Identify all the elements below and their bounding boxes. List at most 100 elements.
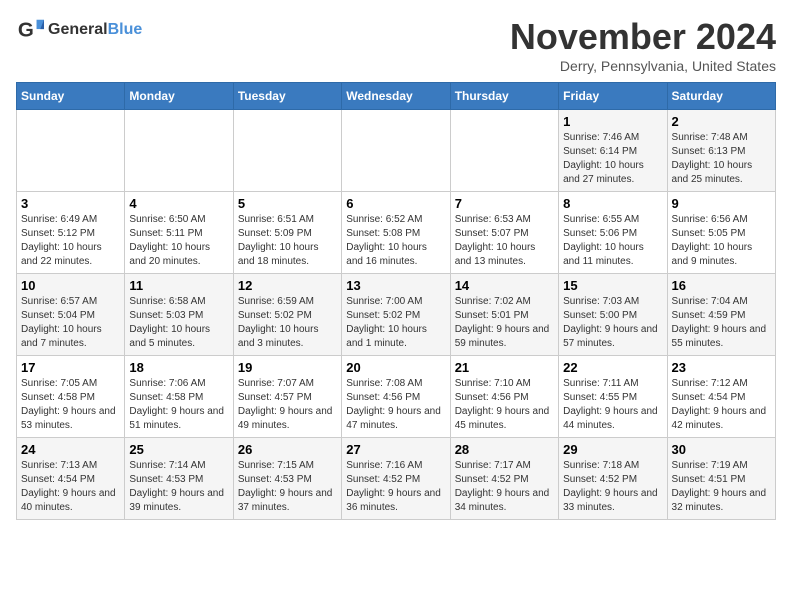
- calendar-cell: 14 Sunrise: 7:02 AM Sunset: 5:01 PM Dayli…: [450, 274, 558, 356]
- calendar-cell: 3 Sunrise: 6:49 AM Sunset: 5:12 PM Daylig…: [17, 192, 125, 274]
- day-info: Sunrise: 7:14 AM Sunset: 4:53 PM Dayligh…: [129, 459, 228, 515]
- day-number: 15: [563, 278, 662, 293]
- calendar-cell: 2 Sunrise: 7:48 AM Sunset: 6:13 PM Daylig…: [667, 110, 775, 192]
- title-area: November 2024 Derry, Pennsylvania, Unite…: [510, 16, 776, 74]
- calendar-cell: 22 Sunrise: 7:11 AM Sunset: 4:55 PM Dayli…: [559, 356, 667, 438]
- day-number: 20: [346, 360, 445, 375]
- day-number: 12: [238, 278, 337, 293]
- weekday-header-thursday: Thursday: [450, 83, 558, 110]
- calendar-cell: 10Sunrise: 6:57 AM Sunset: 5:04 PM Dayli…: [17, 274, 125, 356]
- calendar-cell: 16Sunrise: 7:04 AM Sunset: 4:59 PM Dayli…: [667, 274, 775, 356]
- calendar-cell: 21 Sunrise: 7:10 AM Sunset: 4:56 PM Dayli…: [450, 356, 558, 438]
- logo-general-text: GeneralBlue: [48, 21, 142, 39]
- day-info: Sunrise: 7:02 AM Sunset: 5:01 PM Dayligh…: [455, 295, 554, 351]
- weekday-header-sunday: Sunday: [17, 83, 125, 110]
- day-number: 30: [672, 442, 771, 457]
- calendar-cell: [125, 110, 233, 192]
- weekday-header-tuesday: Tuesday: [233, 83, 341, 110]
- day-number: 17: [21, 360, 120, 375]
- calendar-cell: 28 Sunrise: 7:17 AM Sunset: 4:52 PM Dayli…: [450, 438, 558, 520]
- calendar-body: 1 Sunrise: 7:46 AM Sunset: 6:14 PM Daylig…: [17, 110, 776, 520]
- day-number: 6: [346, 196, 445, 211]
- calendar-cell: 13Sunrise: 7:00 AM Sunset: 5:02 PM Dayli…: [342, 274, 450, 356]
- day-info: Sunrise: 6:58 AM Sunset: 5:03 PM Dayligh…: [129, 295, 228, 351]
- day-number: 18: [129, 360, 228, 375]
- day-info: Sunrise: 6:51 AM Sunset: 5:09 PM Dayligh…: [238, 213, 337, 269]
- day-number: 19: [238, 360, 337, 375]
- calendar-cell: 24Sunrise: 7:13 AM Sunset: 4:54 PM Dayli…: [17, 438, 125, 520]
- day-info: Sunrise: 6:57 AM Sunset: 5:04 PM Dayligh…: [21, 295, 120, 351]
- calendar-table: SundayMondayTuesdayWednesdayThursdayFrid…: [16, 82, 776, 520]
- calendar-cell: [450, 110, 558, 192]
- calendar-cell: 4 Sunrise: 6:50 AM Sunset: 5:11 PM Daylig…: [125, 192, 233, 274]
- calendar-cell: 30 Sunrise: 7:19 AM Sunset: 4:51 PM Dayli…: [667, 438, 775, 520]
- day-info: Sunrise: 7:15 AM Sunset: 4:53 PM Dayligh…: [238, 459, 337, 515]
- calendar-cell: 25 Sunrise: 7:14 AM Sunset: 4:53 PM Dayli…: [125, 438, 233, 520]
- calendar-cell: 27 Sunrise: 7:16 AM Sunset: 4:52 PM Dayli…: [342, 438, 450, 520]
- day-info: Sunrise: 6:56 AM Sunset: 5:05 PM Dayligh…: [672, 213, 771, 269]
- day-info: Sunrise: 7:46 AM Sunset: 6:14 PM Dayligh…: [563, 131, 662, 187]
- header: G GeneralBlue November 2024 Derry, Penns…: [16, 16, 776, 74]
- day-number: 3: [21, 196, 120, 211]
- day-number: 28: [455, 442, 554, 457]
- day-number: 22: [563, 360, 662, 375]
- day-info: Sunrise: 7:19 AM Sunset: 4:51 PM Dayligh…: [672, 459, 771, 515]
- day-number: 29: [563, 442, 662, 457]
- calendar-cell: [233, 110, 341, 192]
- calendar-cell: [17, 110, 125, 192]
- day-info: Sunrise: 7:17 AM Sunset: 4:52 PM Dayligh…: [455, 459, 554, 515]
- day-info: Sunrise: 6:53 AM Sunset: 5:07 PM Dayligh…: [455, 213, 554, 269]
- day-info: Sunrise: 7:11 AM Sunset: 4:55 PM Dayligh…: [563, 377, 662, 433]
- calendar-cell: 6 Sunrise: 6:52 AM Sunset: 5:08 PM Daylig…: [342, 192, 450, 274]
- svg-text:G: G: [18, 19, 34, 42]
- calendar-cell: 8Sunrise: 6:55 AM Sunset: 5:06 PM Daylig…: [559, 192, 667, 274]
- weekday-header-row: SundayMondayTuesdayWednesdayThursdayFrid…: [17, 83, 776, 110]
- day-number: 26: [238, 442, 337, 457]
- weekday-header-saturday: Saturday: [667, 83, 775, 110]
- day-info: Sunrise: 7:48 AM Sunset: 6:13 PM Dayligh…: [672, 131, 771, 187]
- calendar-cell: 17Sunrise: 7:05 AM Sunset: 4:58 PM Dayli…: [17, 356, 125, 438]
- logo-blue: Blue: [108, 21, 143, 38]
- day-number: 4: [129, 196, 228, 211]
- day-number: 25: [129, 442, 228, 457]
- day-number: 14: [455, 278, 554, 293]
- day-info: Sunrise: 6:49 AM Sunset: 5:12 PM Dayligh…: [21, 213, 120, 269]
- day-number: 13: [346, 278, 445, 293]
- logo-icon: G: [16, 16, 44, 44]
- day-number: 2: [672, 114, 771, 129]
- calendar-cell: 23Sunrise: 7:12 AM Sunset: 4:54 PM Dayli…: [667, 356, 775, 438]
- day-number: 8: [563, 196, 662, 211]
- day-number: 5: [238, 196, 337, 211]
- week-row-4: 17Sunrise: 7:05 AM Sunset: 4:58 PM Dayli…: [17, 356, 776, 438]
- calendar-cell: 9 Sunrise: 6:56 AM Sunset: 5:05 PM Daylig…: [667, 192, 775, 274]
- weekday-header-monday: Monday: [125, 83, 233, 110]
- calendar-cell: 18 Sunrise: 7:06 AM Sunset: 4:58 PM Dayli…: [125, 356, 233, 438]
- day-info: Sunrise: 7:10 AM Sunset: 4:56 PM Dayligh…: [455, 377, 554, 433]
- calendar-cell: 20Sunrise: 7:08 AM Sunset: 4:56 PM Dayli…: [342, 356, 450, 438]
- day-number: 9: [672, 196, 771, 211]
- day-info: Sunrise: 6:52 AM Sunset: 5:08 PM Dayligh…: [346, 213, 445, 269]
- calendar-cell: 19Sunrise: 7:07 AM Sunset: 4:57 PM Dayli…: [233, 356, 341, 438]
- calendar-cell: 26 Sunrise: 7:15 AM Sunset: 4:53 PM Dayli…: [233, 438, 341, 520]
- calendar-cell: [342, 110, 450, 192]
- logo-general: General: [48, 21, 108, 38]
- day-number: 27: [346, 442, 445, 457]
- week-row-3: 10Sunrise: 6:57 AM Sunset: 5:04 PM Dayli…: [17, 274, 776, 356]
- week-row-1: 1 Sunrise: 7:46 AM Sunset: 6:14 PM Daylig…: [17, 110, 776, 192]
- day-number: 21: [455, 360, 554, 375]
- day-info: Sunrise: 6:50 AM Sunset: 5:11 PM Dayligh…: [129, 213, 228, 269]
- weekday-header-wednesday: Wednesday: [342, 83, 450, 110]
- calendar-cell: 29 Sunrise: 7:18 AM Sunset: 4:52 PM Dayli…: [559, 438, 667, 520]
- day-info: Sunrise: 7:06 AM Sunset: 4:58 PM Dayligh…: [129, 377, 228, 433]
- day-number: 23: [672, 360, 771, 375]
- day-number: 16: [672, 278, 771, 293]
- week-row-2: 3 Sunrise: 6:49 AM Sunset: 5:12 PM Daylig…: [17, 192, 776, 274]
- day-number: 1: [563, 114, 662, 129]
- day-info: Sunrise: 7:18 AM Sunset: 4:52 PM Dayligh…: [563, 459, 662, 515]
- month-title: November 2024: [510, 16, 776, 58]
- day-info: Sunrise: 7:16 AM Sunset: 4:52 PM Dayligh…: [346, 459, 445, 515]
- location-subtitle: Derry, Pennsylvania, United States: [510, 58, 776, 74]
- day-number: 24: [21, 442, 120, 457]
- calendar-cell: 12 Sunrise: 6:59 AM Sunset: 5:02 PM Dayli…: [233, 274, 341, 356]
- day-info: Sunrise: 6:59 AM Sunset: 5:02 PM Dayligh…: [238, 295, 337, 351]
